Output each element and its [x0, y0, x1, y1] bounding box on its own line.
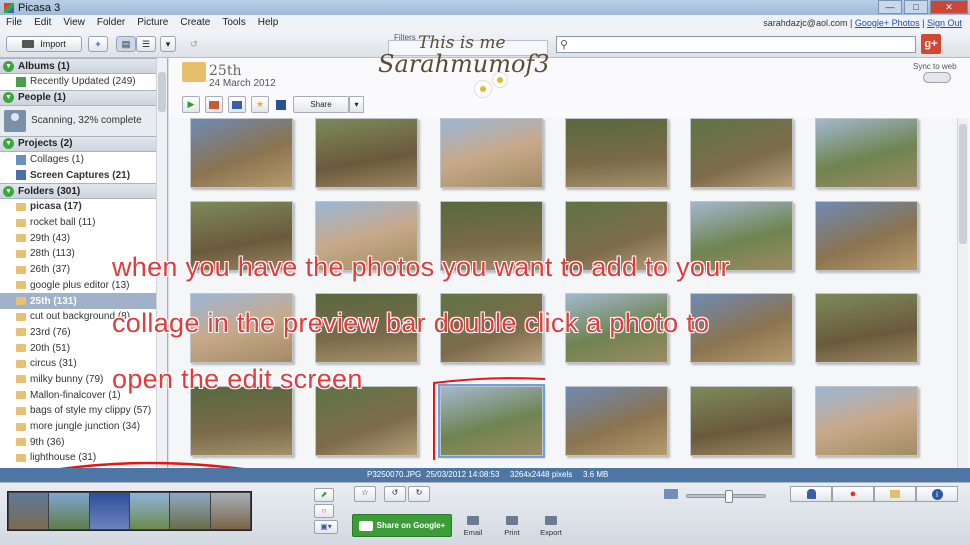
rotate-left-button[interactable]: ↺	[384, 486, 406, 502]
pin-icon: ⬈	[320, 490, 328, 499]
email-label: Email	[463, 528, 483, 537]
tags-panel-button[interactable]	[874, 486, 916, 502]
rotate-right-button[interactable]: ↻	[408, 486, 430, 502]
zoom-icon	[664, 489, 678, 499]
status-pixels: 3264x2448 pixels	[510, 470, 573, 479]
email-button[interactable]: Email	[458, 516, 488, 537]
annotation-marks	[1, 377, 546, 516]
status-bar: P3250070.JPG 25/03/2012 14:08:53 3264x24…	[0, 468, 970, 482]
tray-thumbnail[interactable]	[89, 493, 129, 529]
info-panel-button[interactable]: i	[916, 486, 958, 502]
tray-thumbnail[interactable]	[49, 493, 89, 529]
hold-button[interactable]: ⬈	[314, 488, 334, 502]
tag-icon	[890, 490, 900, 498]
print-icon	[506, 516, 518, 525]
people-panel-button[interactable]	[790, 486, 832, 502]
tray-thumbnail[interactable]	[170, 493, 210, 529]
clear-icon: ○	[321, 506, 327, 515]
status-size: 3.6 MB	[583, 470, 609, 479]
info-icon: i	[931, 488, 943, 500]
share-on-google-plus-button[interactable]: Share on Google+	[352, 514, 452, 537]
album-add-icon: ▣▾	[320, 522, 332, 531]
status-filename: P3250070.JPG	[367, 470, 422, 479]
rotate-left-icon: ↺	[391, 488, 399, 497]
add-to-button[interactable]: ▣▾	[314, 520, 338, 534]
print-button[interactable]: Print	[497, 516, 527, 537]
person-icon	[806, 489, 816, 499]
clear-button[interactable]: ○	[314, 504, 334, 518]
export-label: Export	[540, 528, 562, 537]
star-photo-button[interactable]: ☆	[354, 486, 376, 502]
rotate-right-icon: ↻	[415, 488, 423, 497]
email-icon	[467, 516, 479, 525]
camera-plus-icon	[358, 520, 373, 531]
thumbnail-size-slider[interactable]	[686, 490, 766, 503]
tray-thumbnail[interactable]	[210, 493, 250, 529]
export-icon	[545, 516, 557, 525]
places-panel-button[interactable]: ●	[832, 486, 874, 502]
tray-thumbnail[interactable]	[129, 493, 170, 529]
tray-thumbnail[interactable]	[9, 493, 49, 529]
selection-mark	[433, 377, 546, 460]
print-label: Print	[504, 528, 520, 537]
map-pin-icon: ●	[849, 488, 857, 500]
status-datetime: 25/03/2012 14:08:53	[426, 470, 500, 479]
slider-knob[interactable]	[725, 490, 733, 503]
star-outline-icon: ☆	[361, 488, 369, 497]
bottom-panel: ⬈ ○ ▣▾ ☆ ↺ ↻ Share on Google+ Email Prin…	[0, 482, 970, 545]
photo-tray[interactable]	[7, 491, 252, 531]
share-google-label: Share on Google+	[376, 521, 446, 530]
export-button[interactable]: Export	[536, 516, 566, 537]
